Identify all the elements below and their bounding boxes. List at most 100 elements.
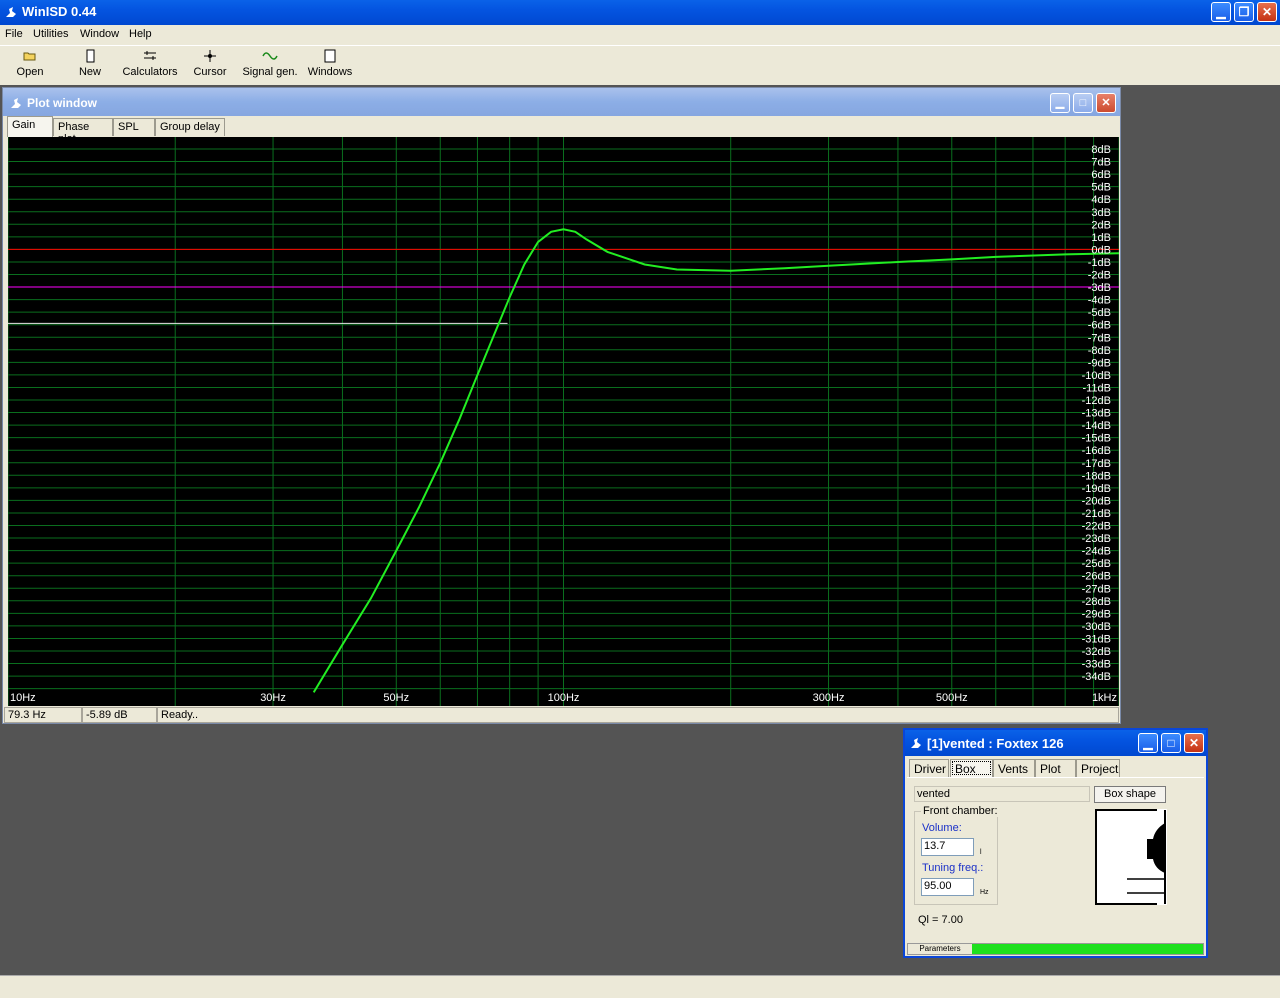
- signal-gen-label: Signal gen.: [242, 66, 298, 78]
- menu-utilities[interactable]: Utilities: [33, 28, 68, 40]
- plot-window-title: Plot window: [27, 96, 97, 110]
- box-window-title: [1]vented : Foxtex 126: [927, 736, 1064, 751]
- y-tick-label: 8dB: [1091, 144, 1111, 156]
- plot-window-title-bar[interactable]: Plot window ▁ □ ✕: [3, 88, 1120, 116]
- y-tick-label: -32dB: [1082, 646, 1111, 658]
- menu-bar: File Utilities Window Help: [0, 25, 1280, 45]
- cursor-button[interactable]: Cursor: [180, 48, 240, 78]
- tab-gain[interactable]: Gain: [7, 116, 53, 137]
- tab-driver[interactable]: Driver: [909, 759, 949, 777]
- gain-curve: [312, 228, 1119, 693]
- cursor-label: Cursor: [193, 66, 227, 78]
- calculators-label: Calculators: [122, 66, 178, 78]
- tab-spl[interactable]: SPL: [113, 118, 155, 136]
- tuning-freq-label: Tuning freq.:: [922, 862, 984, 874]
- box-type-field[interactable]: vented: [914, 786, 1090, 802]
- main-title-bar: WinISD 0.44 ▁ ❐ ✕: [0, 0, 1280, 25]
- y-tick-label: 1dB: [1091, 232, 1111, 244]
- calculator-icon: [144, 51, 156, 60]
- close-button[interactable]: ✕: [1257, 2, 1277, 22]
- volume-label: Volume:: [922, 822, 962, 834]
- y-tick-label: -25dB: [1082, 558, 1111, 570]
- y-tick-label: -2dB: [1088, 270, 1111, 282]
- y-tick-label: -11dB: [1082, 382, 1111, 394]
- gain-plot[interactable]: 8dB 7dB 6dB 5dB 4dB 3dB 2dB 1dB 0dB -1dB -2dB -3dB -…: [8, 137, 1119, 706]
- y-tick-label: -7dB: [1088, 332, 1111, 344]
- tab-box[interactable]: Box: [950, 759, 993, 777]
- plot-maximize-button[interactable]: □: [1073, 93, 1093, 113]
- volume-unit: l: [980, 849, 982, 856]
- y-tick-label: -31dB: [1082, 633, 1111, 645]
- tuning-freq-input[interactable]: 95.00: [921, 878, 974, 896]
- box-maximize-button[interactable]: □: [1161, 733, 1181, 753]
- signal-gen-button[interactable]: Signal gen.: [240, 48, 300, 78]
- gain-chart[interactable]: 8dB7dB6dB5dB4dB3dB2dB1dB0dB-1dB-2dB-3dB-…: [8, 137, 1119, 706]
- front-chamber-label: Front chamber:: [921, 805, 1000, 817]
- folder-icon: [23, 52, 36, 61]
- y-tick-label: -28dB: [1082, 596, 1111, 608]
- status-gain: -5.89 dB: [82, 707, 157, 723]
- toolbar: Open New Calculators Cursor Signal gen. …: [0, 45, 1280, 85]
- box-window-title-bar[interactable]: [1]vented : Foxtex 126 ▁ □ ✕: [905, 730, 1206, 756]
- y-tick-label: -10dB: [1082, 370, 1111, 382]
- bottom-status-bar: [0, 975, 1280, 998]
- y-tick-label: -20dB: [1082, 495, 1111, 507]
- y-tick-label: -30dB: [1082, 621, 1111, 633]
- y-tick-label: -13dB: [1082, 408, 1111, 420]
- volume-input[interactable]: 13.7: [921, 838, 974, 856]
- tuning-freq-unit: Hz: [980, 889, 989, 896]
- plot-minimize-button[interactable]: ▁: [1050, 93, 1070, 113]
- y-tick-label: -14dB: [1082, 420, 1111, 432]
- y-tick-label: -6dB: [1088, 320, 1111, 332]
- y-tick-label: 6dB: [1091, 169, 1111, 181]
- ql-readout: Ql = 7.00: [918, 914, 963, 926]
- minimize-button[interactable]: ▁: [1211, 2, 1231, 22]
- y-tick-label: 5dB: [1091, 182, 1111, 194]
- y-tick-label: -9dB: [1088, 357, 1111, 369]
- parameters-progress: [972, 944, 1203, 954]
- box-minimize-button[interactable]: ▁: [1138, 733, 1158, 753]
- box-shape-button[interactable]: Box shape: [1094, 786, 1166, 803]
- y-tick-label: 3dB: [1091, 207, 1111, 219]
- windows-label: Windows: [307, 66, 353, 78]
- y-tick-label: -33dB: [1082, 659, 1111, 671]
- tab-phase-plot[interactable]: Phase plot: [53, 118, 113, 145]
- y-tick-label: -19dB: [1082, 483, 1111, 495]
- tab-project[interactable]: Project: [1076, 759, 1120, 777]
- y-tick-label: -17dB: [1082, 458, 1111, 470]
- x-tick-label: 500Hz: [936, 692, 968, 704]
- tab-vents[interactable]: Vents: [993, 759, 1035, 777]
- box-diagram: [1095, 809, 1167, 905]
- x-tick-label: 1kHz: [1092, 692, 1117, 704]
- box-window-icon: [911, 738, 921, 748]
- restore-button[interactable]: ❐: [1234, 2, 1254, 22]
- signal-generator-icon: [262, 52, 278, 60]
- calculators-button[interactable]: Calculators: [120, 48, 180, 78]
- tab-plot[interactable]: Plot: [1035, 759, 1076, 777]
- plot-close-button[interactable]: ✕: [1096, 93, 1116, 113]
- y-tick-label: -8dB: [1088, 345, 1111, 357]
- windows-button[interactable]: Windows: [300, 48, 360, 78]
- menu-window[interactable]: Window: [80, 28, 119, 40]
- new-label: New: [78, 66, 101, 78]
- tab-group-delay[interactable]: Group delay: [155, 118, 225, 136]
- y-tick-label: -21dB: [1082, 508, 1111, 520]
- menu-file[interactable]: File: [5, 28, 23, 40]
- y-tick-label: -16dB: [1082, 445, 1111, 457]
- open-button[interactable]: Open: [0, 48, 60, 78]
- windows-icon: [324, 49, 336, 63]
- y-tick-label: 2dB: [1091, 219, 1111, 231]
- y-tick-label: 7dB: [1091, 157, 1111, 169]
- y-tick-label: -5dB: [1088, 307, 1111, 319]
- cursor-icon: [204, 50, 216, 62]
- y-tick-label: 4dB: [1091, 194, 1111, 206]
- new-button[interactable]: New: [60, 48, 120, 78]
- menu-help[interactable]: Help: [129, 28, 152, 40]
- x-tick-label: 300Hz: [813, 692, 845, 704]
- box-close-button[interactable]: ✕: [1184, 733, 1204, 753]
- y-tick-label: -15dB: [1082, 433, 1111, 445]
- x-tick-label: 10Hz: [10, 692, 36, 704]
- y-tick-label: -3dB: [1088, 282, 1111, 294]
- x-tick-label: 30Hz: [260, 692, 286, 704]
- y-tick-label: -24dB: [1082, 546, 1111, 558]
